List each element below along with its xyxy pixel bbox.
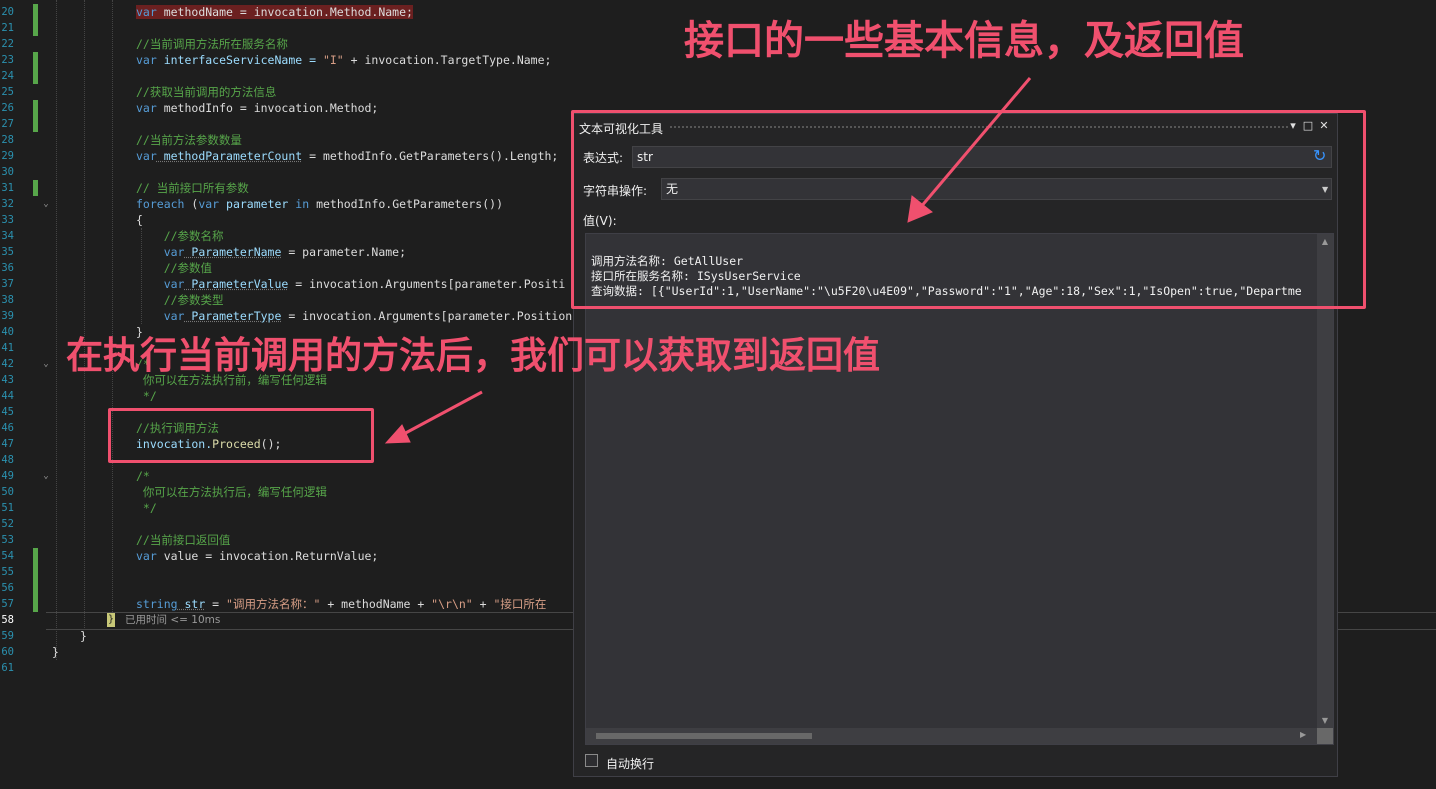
annotation-arrows (384, 77, 1032, 444)
arrowhead-middle-icon (384, 424, 411, 444)
arrow-line-middle (399, 390, 483, 438)
arrow-line-top (918, 77, 1032, 209)
